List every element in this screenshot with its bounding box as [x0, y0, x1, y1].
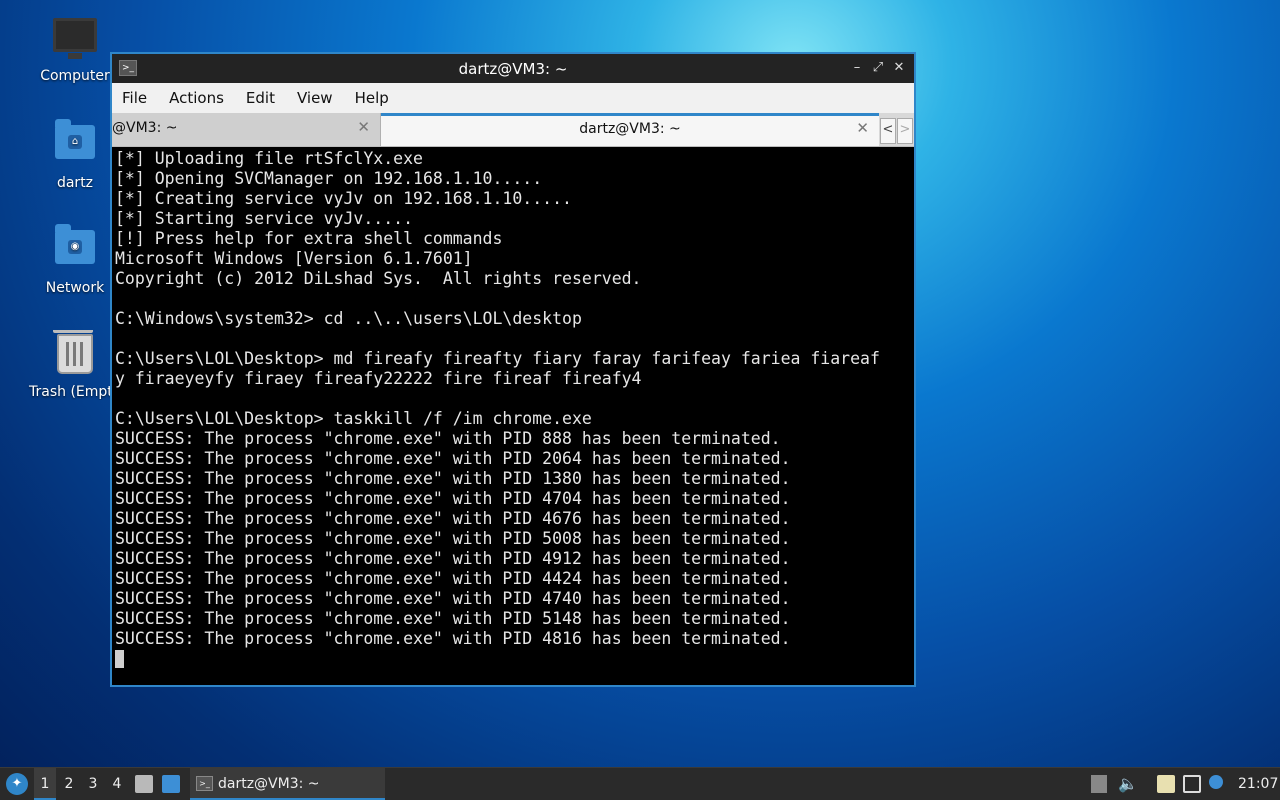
- taskbar-terminal-button[interactable]: >_ dartz@VM3: ~: [190, 768, 385, 800]
- file-manager-icon[interactable]: [135, 775, 153, 793]
- minimize-button[interactable]: –: [849, 59, 865, 77]
- workspace-4[interactable]: 4: [106, 768, 128, 800]
- terminal-line: [*] Starting service vyJv.....: [115, 209, 414, 228]
- menu-actions[interactable]: Actions: [169, 89, 224, 107]
- terminal-line: SUCCESS: The process "chrome.exe" with P…: [115, 629, 791, 648]
- terminal-line: SUCCESS: The process "chrome.exe" with P…: [115, 529, 791, 548]
- menu-bar: File Actions Edit View Help: [112, 83, 914, 113]
- tab-label: dartz@VM3: ~: [579, 121, 681, 137]
- terminal-line: [*] Opening SVCManager on 192.168.1.10..…: [115, 169, 543, 188]
- terminal-line: Microsoft Windows [Version 6.1.7601]: [115, 249, 473, 268]
- terminal-line: SUCCESS: The process "chrome.exe" with P…: [115, 469, 791, 488]
- menu-file[interactable]: File: [122, 89, 147, 107]
- terminal-line: [!] Press help for extra shell commands: [115, 229, 503, 248]
- network-folder-icon: ◉: [53, 224, 97, 274]
- tab-close-icon[interactable]: ✕: [357, 118, 370, 136]
- workspace-2[interactable]: 2: [58, 768, 80, 800]
- terminal-line: Copyright (c) 2012 DiLshad Sys. All righ…: [115, 269, 642, 288]
- desktop-folder-icon[interactable]: [162, 775, 180, 793]
- terminal-line: SUCCESS: The process "chrome.exe" with P…: [115, 449, 791, 468]
- terminal-line: C:\Windows\system32> cd ..\..\users\LOL\…: [115, 309, 582, 328]
- terminal-line: SUCCESS: The process "chrome.exe" with P…: [115, 489, 791, 508]
- terminal-line: y firaeyeyfy firaey fireafy22222 fire fi…: [115, 369, 642, 388]
- desktop-icon-label: dartz: [56, 175, 94, 191]
- tab-scroll-right-button[interactable]: >: [897, 118, 913, 144]
- tab-bar: @VM3: ~ ✕ dartz@VM3: ~ ✕ < >: [112, 113, 914, 147]
- clock[interactable]: 21:07: [1238, 768, 1278, 800]
- terminal-output[interactable]: [*] Uploading file rtSfclYx.exe [*] Openi…: [115, 149, 911, 682]
- tab-scroll-left-button[interactable]: <: [880, 118, 896, 144]
- menu-help[interactable]: Help: [355, 89, 389, 107]
- home-folder-icon: ⌂: [53, 119, 97, 169]
- tab-label: @VM3: ~: [112, 120, 178, 136]
- terminal-line: SUCCESS: The process "chrome.exe" with P…: [115, 589, 791, 608]
- terminal-line: SUCCESS: The process "chrome.exe" with P…: [115, 569, 791, 588]
- desktop-icon-label: Computer: [40, 68, 110, 84]
- network-icon[interactable]: [1183, 775, 1201, 793]
- terminal-icon: >_: [196, 776, 213, 791]
- notification-icon[interactable]: [1209, 775, 1223, 789]
- terminal-line: SUCCESS: The process "chrome.exe" with P…: [115, 509, 791, 528]
- terminal-line: C:\Users\LOL\Desktop> taskkill /f /im ch…: [115, 409, 592, 428]
- volume-icon[interactable]: 🔈: [1118, 775, 1138, 793]
- close-button[interactable]: ✕: [891, 59, 907, 77]
- tab-1[interactable]: @VM3: ~ ✕: [112, 113, 381, 146]
- tab-2[interactable]: dartz@VM3: ~ ✕: [381, 113, 879, 146]
- workspace-3[interactable]: 3: [82, 768, 104, 800]
- terminal-line: SUCCESS: The process "chrome.exe" with P…: [115, 549, 791, 568]
- menu-edit[interactable]: Edit: [246, 89, 275, 107]
- clipboard-icon[interactable]: [1157, 775, 1175, 793]
- start-menu-icon[interactable]: ✦: [6, 773, 28, 795]
- menu-view[interactable]: View: [297, 89, 333, 107]
- terminal-cursor: [115, 649, 911, 669]
- terminal-line: SUCCESS: The process "chrome.exe" with P…: [115, 429, 781, 448]
- terminal-line: [*] Creating service vyJv on 192.168.1.1…: [115, 189, 572, 208]
- tab-close-icon[interactable]: ✕: [856, 119, 869, 137]
- taskbar-task-label: dartz@VM3: ~: [218, 776, 320, 792]
- desktop-icon-home[interactable]: ⌂ dartz: [25, 119, 125, 191]
- maximize-button[interactable]: ⤢: [870, 59, 886, 77]
- window-titlebar[interactable]: >_ dartz@VM3: ~ – ⤢ ✕: [112, 54, 914, 83]
- terminal-line: [*] Uploading file rtSfclYx.exe: [115, 149, 423, 168]
- workspace-1[interactable]: 1: [34, 768, 56, 800]
- terminal-window[interactable]: >_ dartz@VM3: ~ – ⤢ ✕ File Actions Edit …: [111, 53, 915, 686]
- trash-icon: [53, 330, 97, 378]
- taskbar: ✦ 1 2 3 4 >_ dartz@VM3: ~ 🔈 21:07: [0, 767, 1280, 800]
- computer-icon: [53, 18, 97, 62]
- desktop-icon-network[interactable]: ◉ Network: [25, 224, 125, 296]
- desktop-icon-label: Network: [45, 280, 105, 296]
- window-title: dartz@VM3: ~: [458, 60, 568, 78]
- terminal-line: C:\Users\LOL\Desktop> md fireafy fireaft…: [115, 349, 880, 368]
- eject-icon[interactable]: [1091, 775, 1107, 793]
- terminal-line: SUCCESS: The process "chrome.exe" with P…: [115, 609, 791, 628]
- desktop-icon-computer[interactable]: Computer: [25, 14, 125, 84]
